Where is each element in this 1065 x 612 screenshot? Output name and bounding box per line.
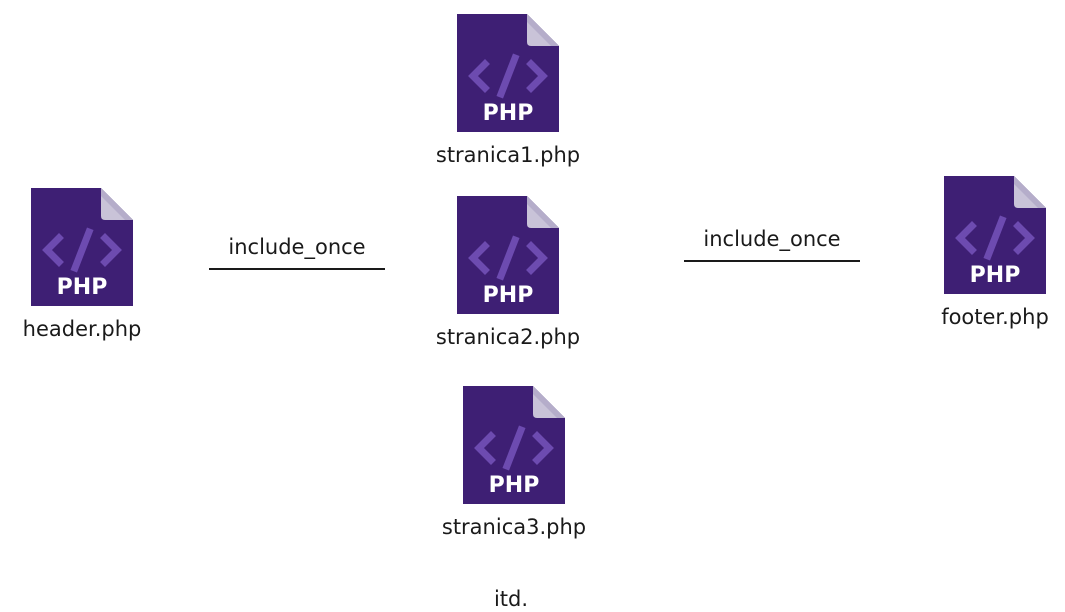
file-label: stranica3.php [441,515,587,539]
etc-label: itd. [493,587,529,611]
php-file-icon: PHP [940,172,1050,298]
php-badge: PHP [483,101,534,126]
php-badge: PHP [970,263,1021,288]
file-label: stranica1.php [435,143,581,167]
file-stranica1: PHP stranica1.php [418,10,598,168]
php-file-icon: PHP [453,192,563,318]
file-footer: PHP footer.php [905,172,1065,330]
file-header: PHP header.php [0,184,172,342]
php-badge: PHP [57,275,108,300]
connector-line [209,268,385,270]
connector-label: include_once [703,227,841,251]
php-badge: PHP [483,283,534,308]
php-file-icon: PHP [453,10,563,136]
connector-footer-include: include_once [684,226,860,262]
php-file-icon: PHP [27,184,137,310]
connector-line [684,260,860,262]
connector-label: include_once [228,235,366,259]
php-badge: PHP [489,473,540,498]
file-label: stranica2.php [435,325,581,349]
connector-header-include: include_once [209,234,385,270]
file-stranica2: PHP stranica2.php [418,192,598,350]
php-file-icon: PHP [459,382,569,508]
file-stranica3: PHP stranica3.php [424,382,604,540]
file-label: footer.php [941,305,1049,329]
file-label: header.php [22,317,142,341]
